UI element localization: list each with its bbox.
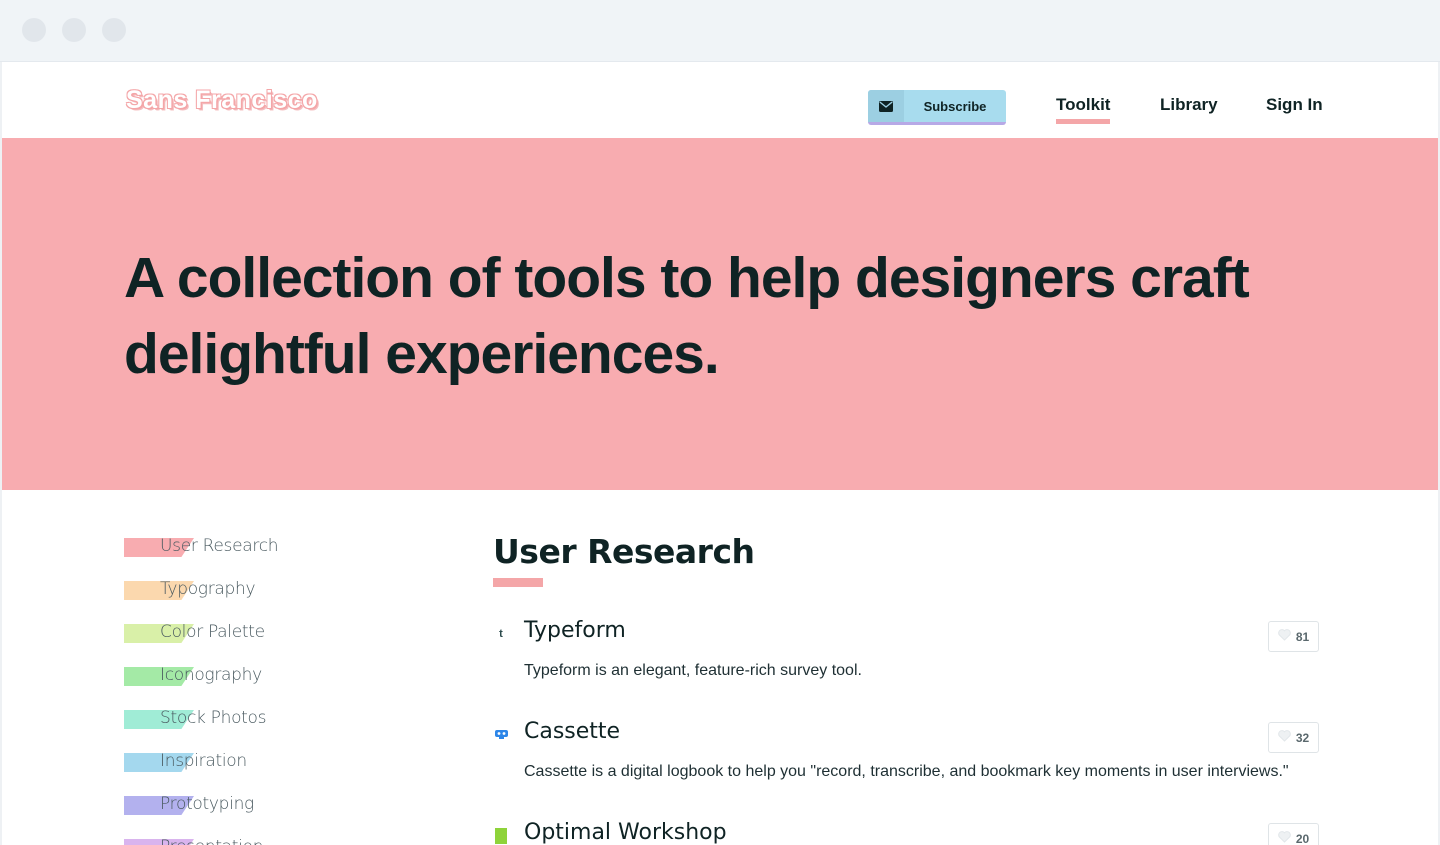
tool-name-link[interactable]: Cassette <box>524 719 620 744</box>
window-maximize-dot[interactable] <box>102 18 126 42</box>
subscribe-label: Subscribe <box>923 98 987 114</box>
tool-description: Cassette is a digital logbook to help yo… <box>524 763 1289 780</box>
sidebar-item-label: User Research <box>160 536 279 556</box>
sidebar-item-label: Typography <box>160 579 256 599</box>
cassette-logo-icon <box>493 727 509 743</box>
active-nav-underline <box>1056 119 1111 124</box>
category-sidebar: User Research Typography Color Palette Icon… <box>124 533 384 845</box>
sidebar-item-user-research[interactable]: User Research <box>124 533 384 576</box>
nav-sign-in[interactable]: Sign In <box>1266 95 1323 115</box>
sidebar-item-label: Prototyping <box>160 794 254 814</box>
section-title: User Research <box>493 532 755 571</box>
nav-toolkit[interactable]: Toolkit <box>1056 95 1111 124</box>
sidebar-item-presentation[interactable]: Presentation <box>124 834 384 845</box>
subscribe-button[interactable]: Subscribe <box>868 90 1006 125</box>
envelope-icon <box>868 90 904 122</box>
like-button[interactable]: 20 <box>1268 823 1319 845</box>
like-button[interactable]: 81 <box>1268 621 1319 652</box>
sidebar-item-stock-photos[interactable]: Stock Photos <box>124 705 384 748</box>
sidebar-item-label: Inspiration <box>160 751 247 771</box>
nav-toolkit-label: Toolkit <box>1056 95 1111 114</box>
heart-icon <box>1278 729 1291 747</box>
browser-chrome <box>0 0 1440 62</box>
like-count: 81 <box>1295 629 1310 644</box>
like-count: 32 <box>1295 730 1310 745</box>
section-title-rule <box>493 578 543 587</box>
sidebar-item-typography[interactable]: Typography <box>124 576 384 619</box>
sidebar-item-prototyping[interactable]: Prototyping <box>124 791 384 834</box>
like-count: 20 <box>1295 831 1310 845</box>
tool-description: Typeform is an elegant, feature-rich sur… <box>524 662 862 679</box>
optimal-workshop-logo-icon <box>493 828 509 844</box>
sidebar-item-label: Stock Photos <box>160 708 267 728</box>
sidebar-item-label: Iconography <box>160 665 262 685</box>
heart-icon <box>1278 830 1291 845</box>
window-minimize-dot[interactable] <box>62 18 86 42</box>
tool-name-link[interactable]: Optimal Workshop <box>524 820 727 845</box>
nav-library[interactable]: Library <box>1160 95 1218 115</box>
tool-name-link[interactable]: Typeform <box>524 618 626 643</box>
like-button[interactable]: 32 <box>1268 722 1319 753</box>
sidebar-item-label: Color Palette <box>160 622 265 642</box>
hero-title: A collection of tools to help designers … <box>124 246 1250 386</box>
site-logo[interactable]: Sans Francisco <box>126 86 318 115</box>
window-close-dot[interactable] <box>22 18 46 42</box>
hero-banner: A collection of tools to help designers … <box>2 138 1438 490</box>
sidebar-item-label: Presentation <box>160 837 263 845</box>
typeform-logo-icon: t <box>499 628 503 640</box>
sidebar-item-color-palette[interactable]: Color Palette <box>124 619 384 662</box>
sidebar-item-inspiration[interactable]: Inspiration <box>124 748 384 791</box>
sidebar-item-iconography[interactable]: Iconography <box>124 662 384 705</box>
heart-icon <box>1278 628 1291 646</box>
site-header: Sans Francisco Subscribe Toolkit Library… <box>2 62 1438 138</box>
